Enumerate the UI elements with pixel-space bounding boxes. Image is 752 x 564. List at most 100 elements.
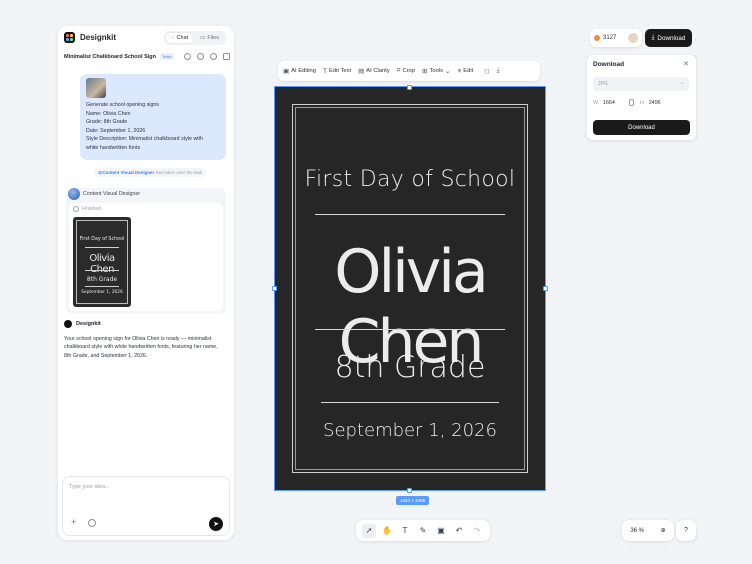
send-button[interactable]: ➤ (209, 517, 223, 531)
text-tool-icon[interactable]: T (398, 524, 412, 538)
agent-card: Content Visual Designer Finished First D… (66, 188, 226, 314)
prompt-line: Date: September 1, 2026 (86, 127, 146, 134)
avatar[interactable] (628, 33, 638, 43)
send-icon: ➤ (213, 521, 219, 528)
takeover-notice: @Content Visual Designer has taken over … (94, 168, 207, 177)
download-button[interactable]: ⤓ Download (645, 29, 692, 47)
edit-label: Edit (463, 68, 474, 74)
zoom-value: 36 (630, 527, 637, 534)
poster-title: First Day of School (304, 167, 516, 192)
format-select[interactable]: JPG ⌄ (593, 77, 689, 91)
takeover-text: has taken over the task (155, 170, 203, 175)
tab-chat[interactable]: ◌ Chat (166, 33, 194, 43)
ai-editing-label: AI Editing (291, 68, 316, 74)
info-icon (73, 206, 79, 212)
assistant-reply-header: Designkit (64, 320, 101, 328)
download-panel-title: Download (593, 61, 625, 68)
refresh-icon[interactable] (210, 53, 217, 60)
tab-files[interactable]: ▭ Files (195, 33, 224, 43)
thumbnail-frame: First Day of School Olivia Chen 8th Grad… (76, 220, 128, 304)
close-icon[interactable]: ✕ (683, 60, 689, 68)
resize-handle-top[interactable] (407, 85, 412, 90)
help-button[interactable]: ? (676, 520, 696, 541)
result-thumbnail[interactable]: First Day of School Olivia Chen 8th Grad… (73, 217, 131, 307)
agent-header: Content Visual Designer (68, 188, 140, 200)
edit-text-button[interactable]: T Edit Text (323, 68, 351, 75)
designkit-logo-icon (64, 32, 75, 43)
download-button-label: Download (657, 34, 686, 42)
status-row: Finished (73, 206, 101, 212)
tools-icon: ⊞ (422, 68, 428, 75)
select-tool-icon[interactable]: ➚ (362, 523, 376, 538)
composer[interactable]: Type your idea... + ➤ (62, 476, 230, 536)
poster-divider (321, 402, 499, 403)
panel-download-button[interactable]: Download (593, 120, 690, 135)
chevron-down-icon: ⌄ (679, 80, 684, 86)
thumb-grade: 8th Grade (86, 276, 118, 283)
credits-widget[interactable]: 3127 (590, 29, 642, 47)
prompt-line: Generate school opening signs (86, 102, 160, 108)
agent-avatar (68, 188, 80, 200)
chat-icon: ◌ (171, 35, 175, 41)
shape-tool-icon[interactable]: ▣ (434, 524, 448, 538)
app-name: Designkit (80, 33, 117, 42)
download-icon[interactable]: ⤓ (497, 67, 500, 75)
fit-screen-icon[interactable]: ⊕ (661, 527, 666, 534)
comment-icon[interactable]: ◻ (484, 67, 489, 75)
crop-button[interactable]: ⌗ Crop (397, 67, 415, 75)
ai-clarity-button[interactable]: ▤ AI Clarity (358, 67, 390, 75)
folder-icon: ▭ (200, 35, 206, 41)
resize-handle-left[interactable] (272, 286, 277, 291)
prompt-line: white handwritten fonts (86, 144, 141, 151)
format-value: JPG (598, 81, 608, 87)
team-badge: Team (159, 53, 174, 60)
plus-icon[interactable]: + (71, 518, 76, 527)
poster-divider (315, 214, 505, 215)
poster-grade: 8th Grade (334, 350, 486, 385)
dimensions-row: W 1664 H 2496 (593, 99, 689, 106)
width-label: W (593, 99, 598, 106)
redo-icon[interactable]: ↷ (470, 524, 484, 538)
poster-canvas[interactable]: First Day of School Olivia Chen 8th Grad… (274, 86, 546, 491)
panel-header: Designkit ◌ Chat ▭ Files (58, 26, 234, 66)
composer-placeholder[interactable]: Type your idea... (69, 484, 110, 490)
undo-icon[interactable]: ↶ (452, 524, 466, 538)
attachment-icon[interactable] (88, 519, 96, 527)
pen-tool-icon[interactable]: ✎ (416, 524, 430, 538)
prompt-line: Grade: 8th Grade (86, 119, 128, 126)
tools-label: Tools (429, 68, 444, 74)
prompt-line: Name: Olivia Chen (86, 110, 131, 117)
tools-button[interactable]: ⊞ Tools ⌄ (422, 67, 450, 75)
credits-icon (594, 35, 600, 41)
zoom-level[interactable]: 36 % (630, 528, 644, 534)
height-field[interactable]: 2496 (649, 100, 675, 106)
agent-name: Content Visual Designer (83, 191, 141, 197)
reply-author: Designkit (76, 321, 101, 327)
resize-handle-right[interactable] (543, 286, 548, 291)
result-box: Finished First Day of School Olivia Chen… (69, 203, 223, 311)
assistant-reply-text: Your school opening sign for Olivia Chen… (64, 336, 218, 359)
history-icon[interactable] (197, 53, 204, 60)
project-title: Minimalist Chalkboard School Sign (64, 53, 156, 60)
download-icon: ⤓ (651, 34, 655, 41)
layout-icon[interactable] (223, 53, 230, 60)
designkit-avatar-icon (64, 320, 72, 328)
lock-icon[interactable] (629, 99, 634, 106)
edit-button[interactable]: ≡ Edit (457, 68, 473, 75)
reference-image[interactable] (86, 78, 106, 98)
thumb-name: Olivia Chen (89, 253, 115, 275)
canvas-toolbar: ▣ AI Editing T Edit Text ▤ AI Clarity ⌗ … (278, 61, 540, 81)
share-icon[interactable] (184, 53, 191, 60)
ai-clarity-icon: ▤ (358, 68, 365, 75)
project-row: Minimalist Chalkboard School Sign Team (64, 53, 230, 60)
ai-editing-button[interactable]: ▣ AI Editing (283, 67, 316, 75)
user-message-text: Generate school opening signs Name: Oliv… (86, 101, 203, 153)
resize-handle-bottom[interactable] (407, 488, 412, 493)
edit-text-label: Edit Text (328, 68, 352, 74)
size-badge: 1664 × 2496 (396, 496, 430, 505)
width-field[interactable]: 1664 (603, 100, 629, 106)
hand-tool-icon[interactable]: ✋ (380, 524, 394, 538)
zoom-control[interactable]: 36 % ⊕ (622, 520, 674, 541)
zoom-unit: % (638, 527, 645, 534)
crop-icon: ⌗ (396, 67, 401, 74)
